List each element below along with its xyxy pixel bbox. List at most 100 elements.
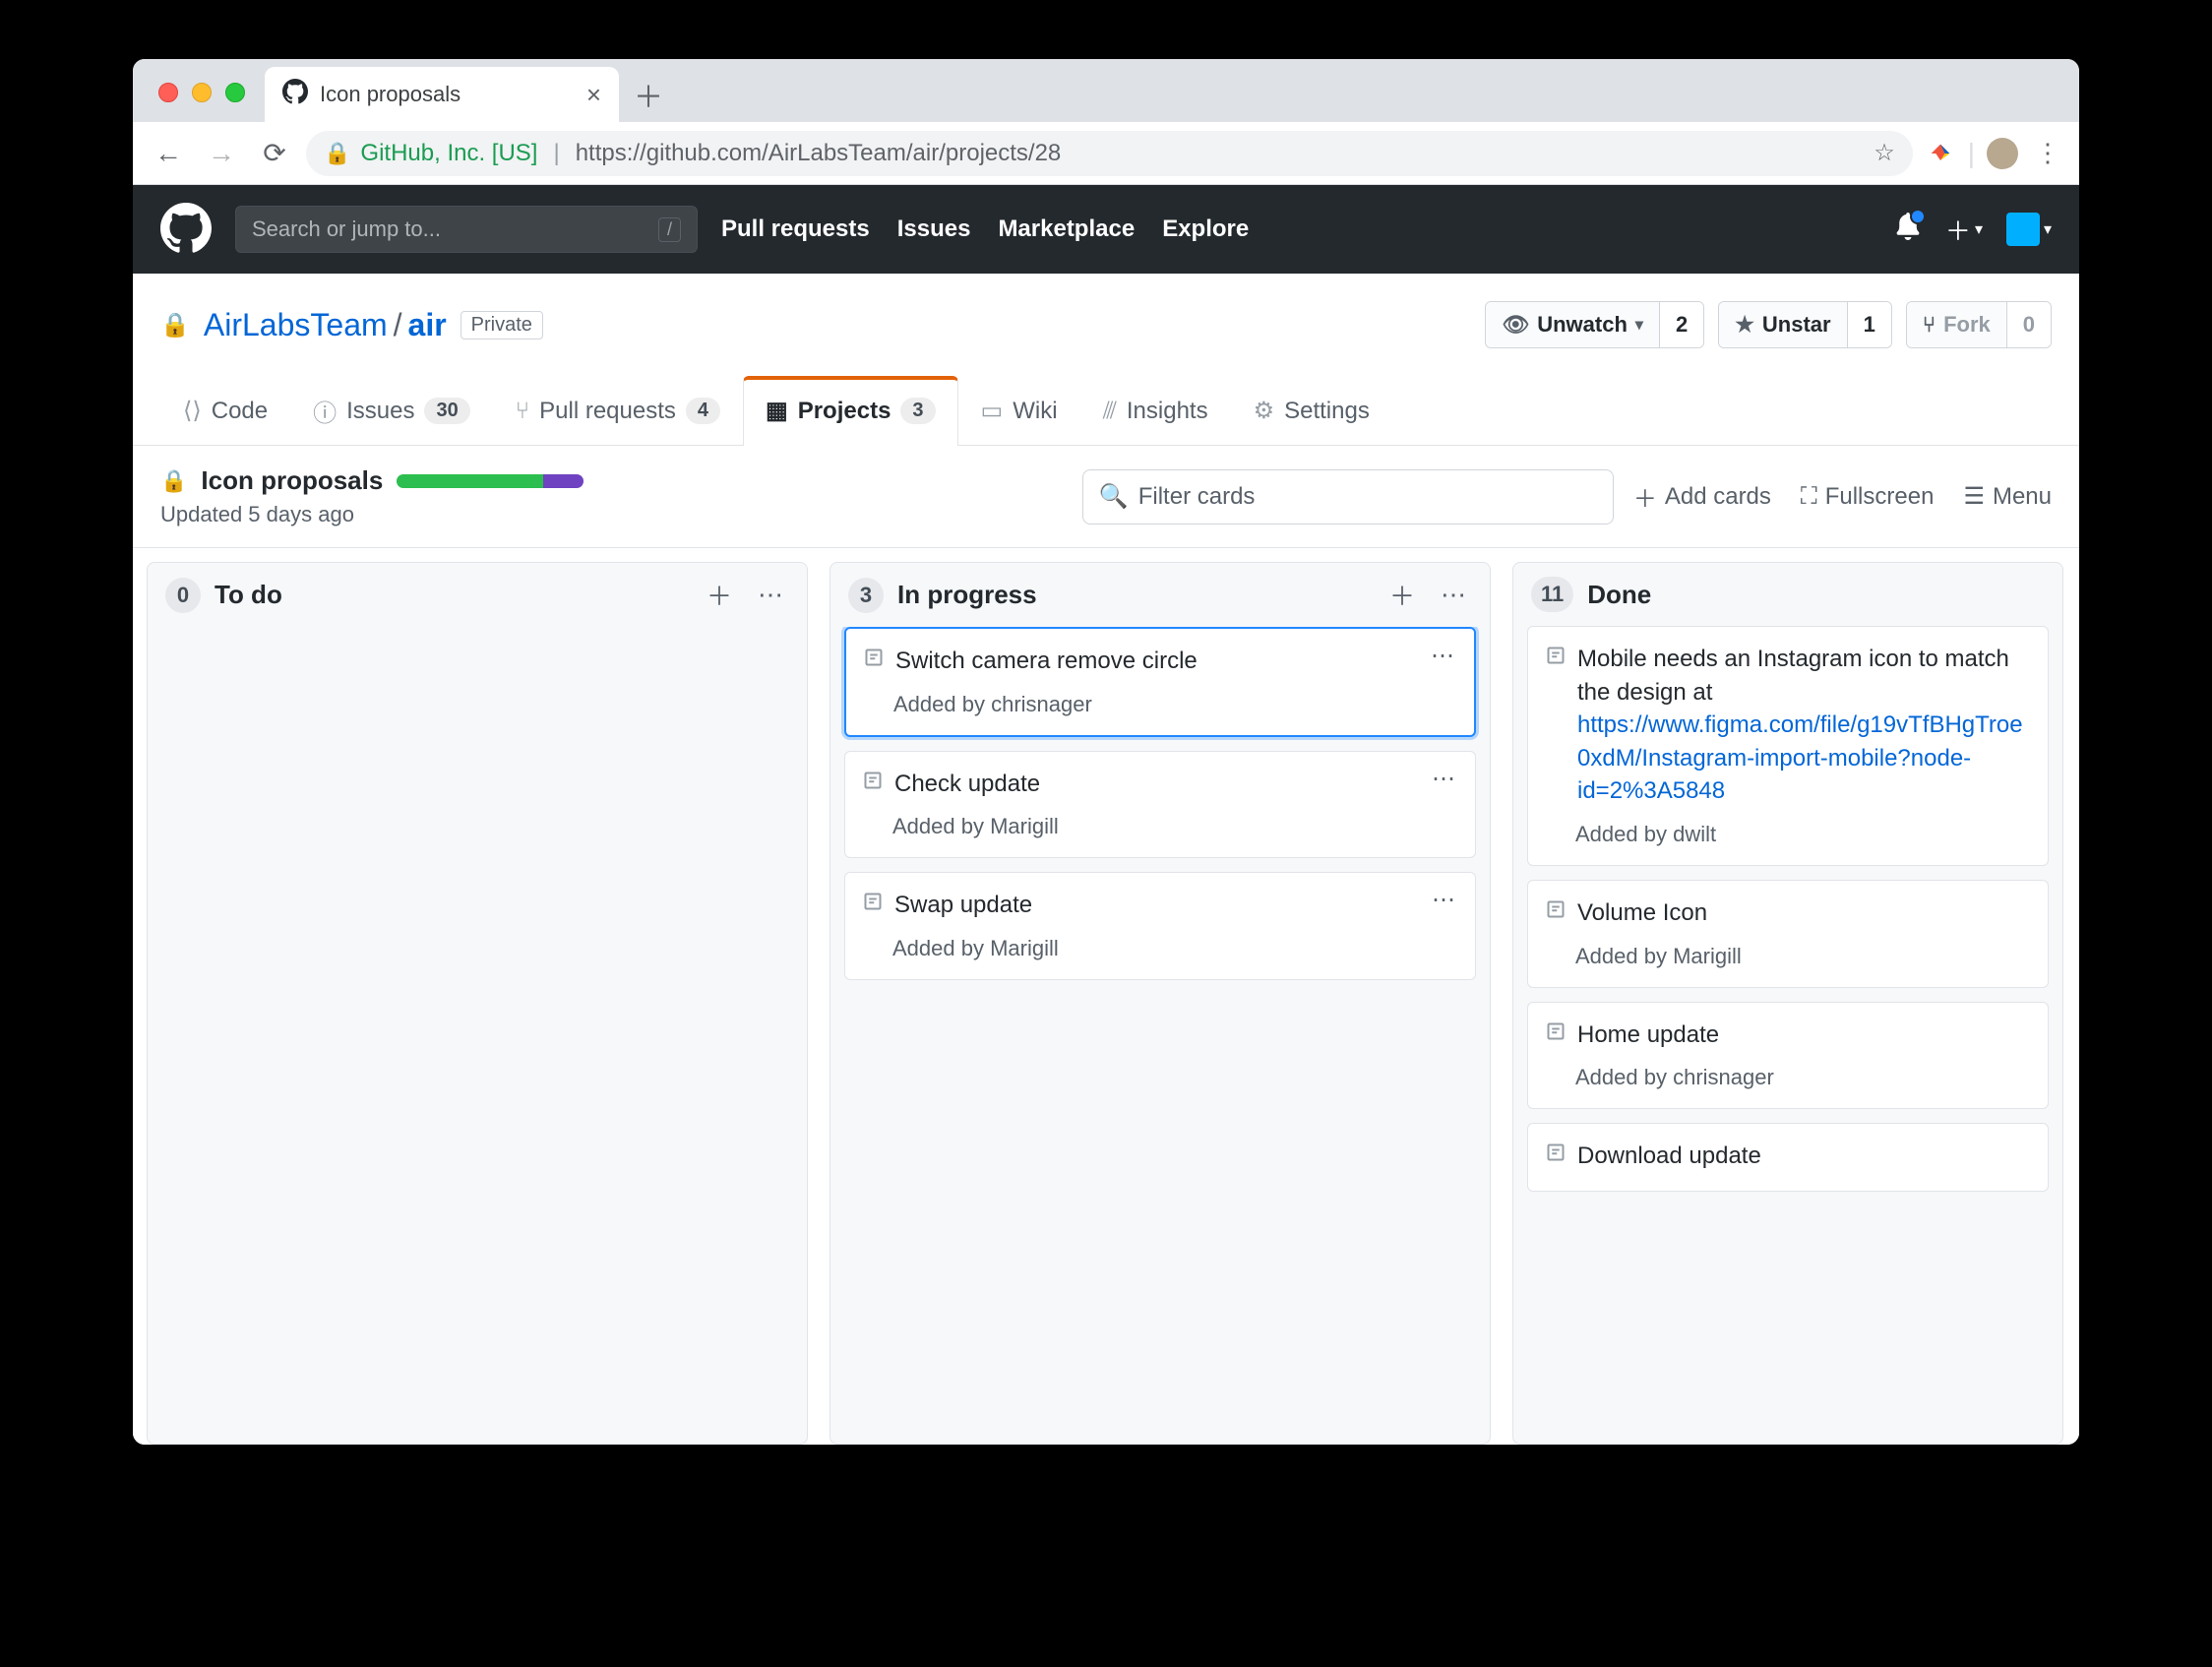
note-icon: [1546, 1142, 1566, 1165]
add-cards-button[interactable]: ＋Add cards: [1633, 479, 1771, 514]
column-in-progress: 3 In progress ＋ ⋯ Switch camera remove c…: [830, 562, 1491, 1445]
note-icon: [1546, 899, 1566, 922]
tab-insights[interactable]: ⫻Insights: [1080, 376, 1231, 446]
window-minimize-button[interactable]: [192, 83, 212, 102]
card-author: Marigill: [990, 936, 1059, 960]
git-pull-request-icon: ⑂: [516, 398, 529, 425]
github-logo-icon[interactable]: [160, 203, 212, 257]
tab-projects-label: Projects: [798, 398, 891, 425]
project-updated-text: Updated 5 days ago: [160, 502, 584, 527]
card-author: dwilt: [1673, 822, 1716, 846]
project-card[interactable]: Switch camera remove circle ⋯ Added by c…: [844, 627, 1476, 737]
card-link[interactable]: https://www.figma.com/file/g19vTfBHgTroe…: [1577, 711, 2023, 804]
address-bar[interactable]: 🔒 GitHub, Inc. [US] | https://github.com…: [306, 131, 1913, 176]
column-menu-icon[interactable]: ⋯: [752, 580, 789, 610]
column-menu-icon[interactable]: ⋯: [1435, 580, 1472, 610]
tab-projects[interactable]: ▦ Projects 3: [743, 376, 958, 446]
bookmark-star-icon[interactable]: ☆: [1874, 139, 1895, 167]
notifications-bell-icon[interactable]: [1894, 213, 1922, 247]
user-menu-button[interactable]: ▾: [2006, 213, 2052, 246]
watch-count[interactable]: 2: [1660, 302, 1703, 347]
github-primary-nav: Pull requests Issues Marketplace Explore: [721, 216, 1249, 243]
browser-profile-button[interactable]: [1985, 136, 2020, 171]
browser-menu-button[interactable]: ⋮: [2030, 136, 2065, 171]
nav-pull-requests[interactable]: Pull requests: [721, 216, 870, 243]
column-body[interactable]: Switch camera remove circle ⋯ Added by c…: [830, 627, 1490, 994]
eye-icon: 👁: [1502, 312, 1529, 338]
tab-wiki[interactable]: ▭Wiki: [958, 376, 1080, 446]
extension-icon[interactable]: [1923, 136, 1958, 171]
back-button[interactable]: ←: [147, 132, 190, 175]
watch-button-group[interactable]: 👁Unwatch▾ 2: [1485, 301, 1704, 348]
filter-cards-input[interactable]: 🔍 Filter cards: [1082, 469, 1614, 525]
card-menu-icon[interactable]: ⋯: [1432, 889, 1457, 912]
notification-indicator: [1910, 209, 1926, 224]
window-zoom-button[interactable]: [225, 83, 245, 102]
search-placeholder: Search or jump to...: [252, 216, 441, 242]
new-tab-button[interactable]: ＋: [627, 73, 670, 116]
column-body[interactable]: [148, 627, 807, 641]
tab-code[interactable]: ⟨⟩Code: [160, 376, 290, 446]
nav-marketplace[interactable]: Marketplace: [998, 216, 1135, 243]
forward-button[interactable]: →: [200, 132, 243, 175]
column-body[interactable]: Mobile needs an Instagram icon to match …: [1513, 626, 2062, 1205]
project-card[interactable]: Check update ⋯ Added by Marigill: [844, 751, 1476, 859]
note-icon: [863, 892, 883, 914]
url-text: https://github.com/AirLabsTeam/air/proje…: [576, 140, 1062, 167]
graph-icon: ⫻: [1103, 398, 1117, 425]
fork-count[interactable]: 0: [2007, 302, 2051, 347]
project-card[interactable]: Home update Added by chrisnager: [1527, 1002, 2049, 1110]
project-card[interactable]: Download update: [1527, 1123, 2049, 1192]
repo-action-buttons: 👁Unwatch▾ 2 ★Unstar 1 ⑂Fork 0: [1485, 301, 2052, 348]
book-icon: ▭: [981, 397, 1004, 425]
tab-title: Icon proposals: [320, 82, 575, 107]
card-menu-icon[interactable]: ⋯: [1431, 645, 1456, 668]
column-title: To do: [215, 580, 687, 610]
card-title: Switch camera remove circle: [895, 645, 1419, 678]
window-close-button[interactable]: [158, 83, 178, 102]
browser-tab[interactable]: Icon proposals ×: [265, 67, 619, 122]
tab-pull-requests[interactable]: ⑂Pull requests4: [493, 376, 743, 446]
column-to-do: 0 To do ＋ ⋯: [147, 562, 808, 1445]
column-header: 0 To do ＋ ⋯: [148, 563, 807, 627]
column-done: 11 Done Mobile needs an Instagram icon t…: [1512, 562, 2063, 1445]
tab-settings[interactable]: ⚙Settings: [1231, 376, 1392, 446]
progress-done: [397, 474, 542, 488]
repo-owner-link[interactable]: AirLabsTeam: [204, 307, 388, 342]
nav-issues[interactable]: Issues: [897, 216, 971, 243]
project-menu-button[interactable]: ☰Menu: [1963, 482, 2052, 511]
tab-close-icon[interactable]: ×: [586, 80, 601, 110]
user-avatar-icon: [2006, 213, 2040, 246]
project-progress-bar: [397, 474, 584, 488]
projects-count: 3: [900, 398, 935, 424]
card-author: Marigill: [1673, 944, 1742, 968]
plus-icon: ＋: [1633, 479, 1657, 514]
project-card[interactable]: Mobile needs an Instagram icon to match …: [1527, 626, 2049, 866]
add-card-icon[interactable]: ＋: [1383, 577, 1421, 613]
project-card[interactable]: Swap update ⋯ Added by Marigill: [844, 872, 1476, 980]
fork-button-group[interactable]: ⑂Fork 0: [1906, 301, 2052, 348]
tab-issues[interactable]: ⓘIssues30: [290, 376, 493, 446]
star-count[interactable]: 1: [1848, 302, 1891, 347]
project-board: 0 To do ＋ ⋯ 3 In progress ＋ ⋯ Switch cam…: [133, 548, 2079, 1445]
project-icon: ▦: [766, 397, 788, 425]
reload-button[interactable]: ⟳: [253, 132, 296, 175]
private-badge: Private: [461, 311, 543, 340]
card-meta: Added by Marigill: [863, 814, 1457, 839]
nav-explore[interactable]: Explore: [1162, 216, 1249, 243]
star-button-group[interactable]: ★Unstar 1: [1718, 301, 1892, 348]
star-icon: ★: [1735, 312, 1754, 338]
search-icon: 🔍: [1099, 482, 1129, 511]
github-search[interactable]: Search or jump to... /: [235, 206, 698, 253]
project-header: 🔒 Icon proposals Updated 5 days ago 🔍 Fi…: [133, 446, 2079, 548]
card-author: Marigill: [990, 814, 1059, 838]
add-card-icon[interactable]: ＋: [701, 577, 738, 613]
fullscreen-button[interactable]: ⛶Fullscreen: [1801, 483, 1935, 511]
create-new-button[interactable]: ＋▾: [1945, 212, 1983, 248]
repo-name-link[interactable]: air: [408, 307, 447, 342]
project-title: Icon proposals: [201, 465, 383, 496]
card-menu-icon[interactable]: ⋯: [1432, 768, 1457, 791]
progress-in-progress: [543, 474, 584, 488]
url-organization: GitHub, Inc. [US]: [360, 140, 537, 167]
project-card[interactable]: Volume Icon Added by Marigill: [1527, 880, 2049, 988]
